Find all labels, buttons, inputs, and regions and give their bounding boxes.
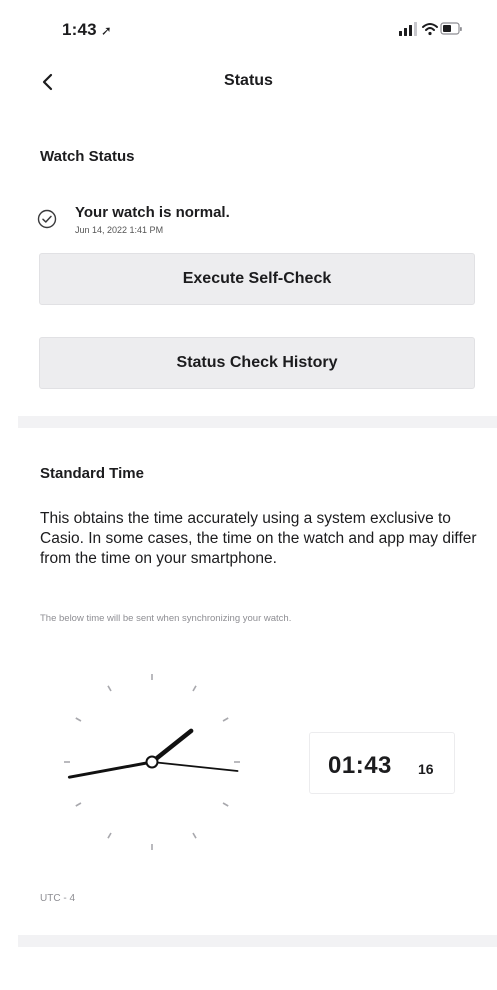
clock-tick [192, 832, 197, 839]
signal-icon [399, 22, 417, 36]
standard-time-heading: Standard Time [40, 465, 144, 482]
status-time: 1:43 [62, 20, 97, 39]
watch-status-message: Your watch is normal. [75, 204, 230, 221]
location-arrow-icon: ➚ [100, 23, 112, 38]
status-time-container: 1:43 ➚ [62, 20, 112, 40]
digital-time-seconds: 16 [418, 761, 434, 777]
wifi-icon [422, 23, 438, 36]
clock-tick [75, 802, 82, 807]
clock-tick [222, 717, 229, 722]
digital-clock: 01:43 16 [309, 732, 455, 794]
status-check-history-button[interactable]: Status Check History [39, 337, 475, 389]
clock-second-hand [151, 761, 239, 772]
digital-time-hm: 01:43 [328, 752, 392, 779]
status-bar: 1:43 ➚ [0, 0, 497, 56]
check-circle-icon [37, 209, 57, 229]
sync-note: The below time will be sent when synchro… [40, 613, 292, 624]
timezone-label: UTC - 4 [40, 893, 75, 904]
battery-icon [440, 22, 462, 35]
clock-center-pin [145, 755, 159, 769]
watch-status-timestamp: Jun 14, 2022 1:41 PM [75, 225, 164, 235]
clock-minute-hand [67, 760, 154, 779]
section-divider-bottom [18, 935, 497, 947]
standard-time-description: This obtains the time accurately using a… [40, 510, 477, 567]
clock-tick [75, 717, 82, 722]
clock-tick [222, 802, 229, 807]
status-icons [399, 20, 463, 38]
clock-tick [107, 685, 112, 692]
clock-tick [107, 832, 112, 839]
watch-status-heading: Watch Status [40, 148, 135, 165]
execute-self-check-button[interactable]: Execute Self-Check [39, 253, 475, 305]
analog-clock [64, 674, 240, 850]
section-divider [18, 416, 497, 428]
clock-tick [192, 685, 197, 692]
clock-hour-hand [149, 728, 194, 765]
page-title: Status [224, 72, 273, 89]
nav-bar: Status [0, 60, 497, 104]
